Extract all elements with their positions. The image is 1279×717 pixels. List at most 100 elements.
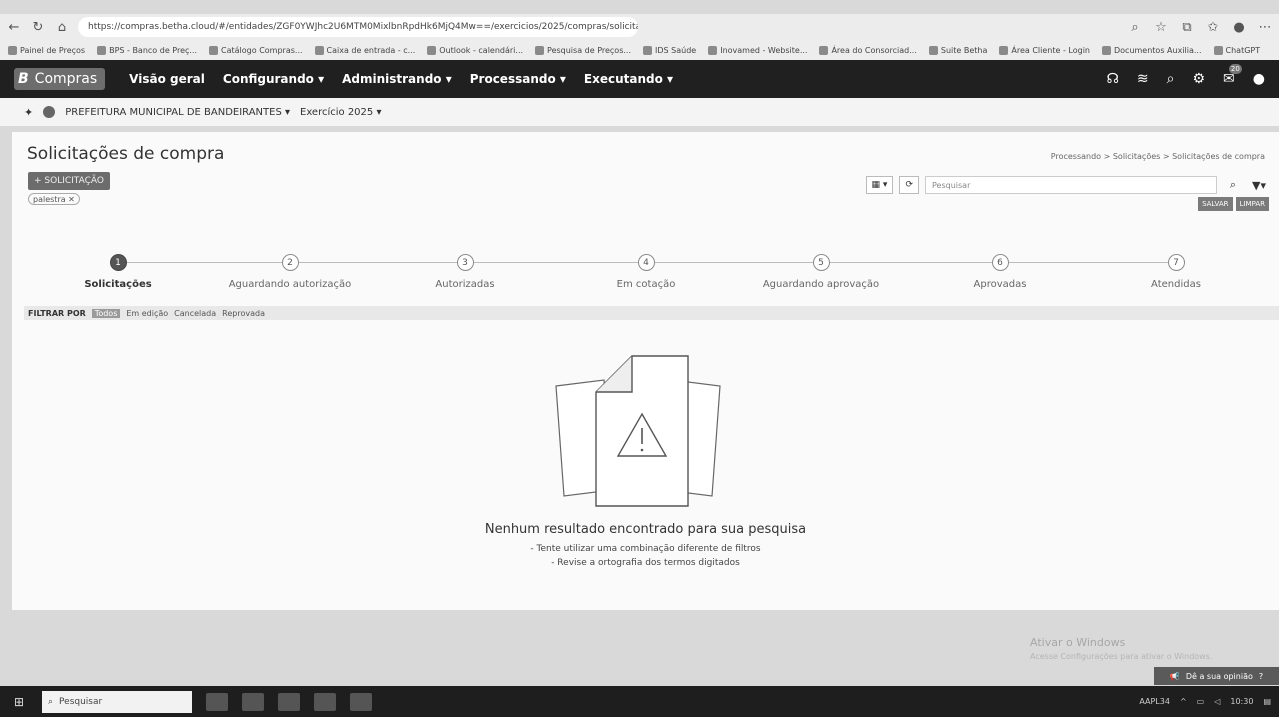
filter-button[interactable]: ▼ ▾	[1249, 176, 1269, 194]
home-icon[interactable]: ⌂	[54, 19, 70, 35]
bookmark-item[interactable]: ChatGPT	[1213, 45, 1260, 55]
remove-tag-icon[interactable]: ✕	[66, 195, 75, 204]
step-number: 4	[637, 254, 655, 271]
bookmark-item[interactable]: Suite Betha	[928, 45, 987, 55]
step-autorizadas[interactable]: 3 Autorizadas	[375, 254, 555, 290]
bookmark-icon	[427, 45, 437, 55]
save-button[interactable]: SALVAR	[1198, 197, 1233, 211]
step-em-cotacao[interactable]: 4 Em cotação	[556, 254, 736, 290]
filter-bar: FILTRAR POR Todos Em edição Cancelada Re…	[24, 306, 1279, 320]
bookmark-item[interactable]: Inovamed - Website...	[708, 45, 807, 55]
step-aguardando-autorizacao[interactable]: 2 Aguardando autorização	[200, 254, 380, 290]
search-placeholder: Pesquisar	[932, 180, 971, 190]
volume-icon[interactable]: ◁	[1214, 697, 1220, 706]
filter-option-em-edicao[interactable]: Em edição	[126, 309, 168, 318]
favorite-icon[interactable]: ☆	[1153, 19, 1169, 35]
feedback-button[interactable]: 📢 Dê a sua opinião ?	[1154, 667, 1279, 685]
new-request-button[interactable]: + SOLICITAÇÃO	[28, 172, 110, 190]
search-icon: ⌕	[1229, 178, 1237, 191]
headset-icon[interactable]: ☊	[1106, 71, 1118, 87]
clock[interactable]: 10:30	[1230, 697, 1253, 706]
filter-tag[interactable]: palestra ✕	[28, 193, 80, 205]
bookmark-item[interactable]: Painel de Preços	[8, 45, 85, 55]
filter-tag-label: palestra	[33, 194, 66, 204]
view-options-button[interactable]: ▦ ▾	[865, 176, 894, 194]
step-label: Atendidas	[1151, 279, 1201, 290]
search-icon[interactable]: ⌕	[1167, 71, 1175, 87]
step-atendidas[interactable]: 7 Atendidas	[1086, 254, 1266, 290]
windows-start-icon[interactable]: ⊞	[8, 693, 30, 711]
back-icon[interactable]: ←	[6, 19, 22, 35]
stock-ticker[interactable]: AAPL34	[1139, 697, 1170, 706]
files-app-icon[interactable]	[350, 692, 372, 711]
taskbar-search-label: Pesquisar	[59, 696, 103, 707]
bookmark-item[interactable]: Área Cliente - Login	[999, 45, 1090, 55]
url-field[interactable]: https://compras.betha.cloud/#/entidades/…	[78, 17, 638, 37]
bookmark-item[interactable]: IDS Saúde	[643, 45, 696, 55]
notifications-badge: 20	[1228, 64, 1242, 74]
filter-option-todos[interactable]: Todos	[91, 308, 121, 318]
browser-app-icon[interactable]	[278, 692, 300, 711]
network-icon[interactable]: ▭	[1197, 697, 1205, 706]
bookmark-icon	[314, 45, 324, 55]
system-tray: AAPL34 ^ ▭ ◁ 10:30 ▤	[1139, 697, 1271, 706]
refresh-icon[interactable]: ↻	[30, 19, 46, 35]
exercise-selector[interactable]: Exercício 2025 ▾	[300, 107, 381, 118]
empty-state-hint: - Tente utilizar uma combinação diferent…	[530, 544, 761, 554]
search-input[interactable]: Pesquisar	[925, 176, 1217, 194]
main-menu: Visão geral Configurando ▾ Administrando…	[129, 72, 673, 86]
more-icon[interactable]: ⋯	[1257, 19, 1273, 35]
bookmark-item[interactable]: Documentos Auxilia...	[1101, 45, 1202, 55]
app-brand[interactable]: B Compras	[14, 68, 106, 90]
filter-option-cancelada[interactable]: Cancelada	[174, 309, 216, 318]
menu-administrando[interactable]: Administrando ▾	[342, 72, 452, 86]
zoom-icon[interactable]: ⌕	[1127, 19, 1143, 35]
megaphone-icon: 📢	[1169, 671, 1180, 681]
windows-activation-subtitle: Acesse Configurações para ativar o Windo…	[1030, 652, 1213, 661]
step-solicitacoes[interactable]: 1 Solicitações	[28, 254, 208, 290]
task-view-icon[interactable]	[242, 692, 264, 711]
bookmark-item[interactable]: BPS - Banco de Preç...	[97, 45, 197, 55]
favorites-icon[interactable]: ✩	[1205, 19, 1221, 35]
notifications-icon[interactable]: ✉ 20	[1223, 64, 1242, 87]
breadcrumb: Processando > Solicitações > Solicitaçõe…	[1050, 152, 1265, 161]
empty-state-title: Nenhum resultado encontrado para sua pes…	[484, 522, 807, 537]
step-label: Em cotação	[616, 279, 676, 290]
wifi-icon[interactable]: ≋	[1137, 71, 1149, 87]
taskbar-search[interactable]: ⌕ Pesquisar	[42, 690, 192, 713]
menu-configurando[interactable]: Configurando ▾	[223, 72, 324, 86]
mail-app-icon[interactable]	[314, 692, 336, 711]
gear-icon[interactable]: ⚙	[1192, 71, 1205, 87]
toolbar: ▦ ▾ ⟳ Pesquisar ⌕ ▼ ▾	[865, 176, 1269, 194]
bookmark-item[interactable]: Outlook - calendári...	[427, 45, 523, 55]
pin-icon[interactable]: ✦	[24, 106, 33, 119]
taskbar-app-icon[interactable]	[206, 692, 228, 711]
entity-selector[interactable]: PREFEITURA MUNICIPAL DE BANDEIRANTES ▾	[65, 107, 290, 118]
notifications-center-icon[interactable]: ▤	[1263, 697, 1271, 706]
clear-button[interactable]: LIMPAR	[1235, 197, 1269, 211]
bookmark-item[interactable]: Pesquisa de Preços...	[535, 45, 631, 55]
filter-option-reprovada[interactable]: Reprovada	[222, 309, 265, 318]
menu-visao-geral[interactable]: Visão geral	[129, 72, 205, 86]
extensions-icon[interactable]: ⧉	[1179, 19, 1195, 35]
browser-address-bar: ← ↻ ⌂ https://compras.betha.cloud/#/enti…	[0, 14, 1279, 40]
menu-executando[interactable]: Executando ▾	[584, 72, 673, 86]
step-label: Aguardando aprovação	[762, 279, 880, 290]
menu-processando[interactable]: Processando ▾	[470, 72, 566, 86]
save-actions: SALVAR LIMPAR	[1198, 197, 1269, 211]
user-icon[interactable]: ●	[1253, 71, 1265, 87]
tray-chevron-icon[interactable]: ^	[1180, 697, 1187, 706]
step-aguardando-aprovacao[interactable]: 5 Aguardando aprovação	[731, 254, 911, 290]
profile-icon[interactable]: ●	[1231, 19, 1247, 35]
step-aprovadas[interactable]: 6 Aprovadas	[910, 254, 1090, 290]
refresh-button[interactable]: ⟳	[899, 176, 919, 194]
help-icon: ?	[1258, 671, 1264, 681]
bookmark-item[interactable]: Catálogo Compras...	[209, 45, 303, 55]
refresh-icon: ⟳	[905, 180, 913, 190]
bookmark-item[interactable]: Caixa de entrada - c...	[314, 45, 415, 55]
nav-icons: ☊ ≋ ⌕ ⚙ ✉ 20 ●	[1106, 64, 1265, 87]
bookmark-item[interactable]: Área do Consorciad...	[819, 45, 917, 55]
search-button[interactable]: ⌕	[1223, 176, 1243, 194]
step-number: 3	[456, 254, 474, 271]
bookmark-icon	[999, 45, 1009, 55]
